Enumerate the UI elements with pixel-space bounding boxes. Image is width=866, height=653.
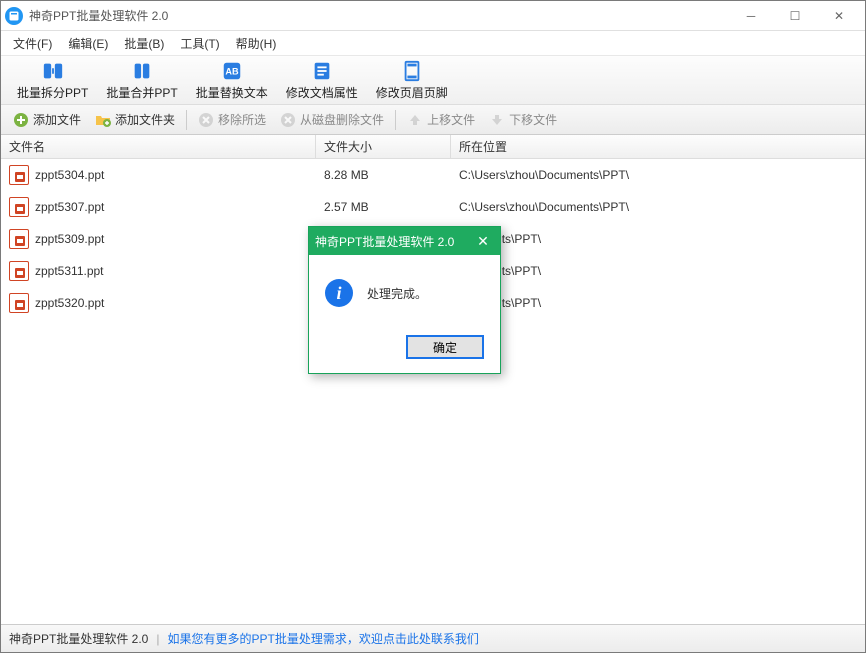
remove-disk-label: 从磁盘删除文件 [300, 111, 384, 128]
menu-help[interactable]: 帮助(H) [230, 33, 283, 54]
delete-icon [280, 112, 296, 128]
menubar: 文件(F) 编辑(E) 批量(B) 工具(T) 帮助(H) [1, 31, 865, 55]
cell-size: 8.28 MB [316, 168, 451, 182]
tool-split[interactable]: 批量拆分PPT [9, 57, 96, 103]
titlebar: 神奇PPT批量处理软件 2.0 ─ ☐ ✕ [1, 1, 865, 31]
svg-text:AB: AB [225, 66, 239, 76]
table-header: 文件名 文件大小 所在位置 [1, 135, 865, 159]
ok-button[interactable]: 确定 [406, 335, 484, 359]
dialog-close-button[interactable]: ✕ [472, 230, 494, 252]
tool-props[interactable]: 修改文档属性 [278, 57, 366, 103]
replace-icon: AB [221, 60, 243, 82]
file-name: zppt5320.ppt [35, 296, 104, 310]
props-icon [311, 60, 333, 82]
arrow-down-icon [489, 112, 505, 128]
file-toolbar: 添加文件 添加文件夹 移除所选 从磁盘删除文件 上移文件 下移文件 [1, 105, 865, 135]
move-up-button[interactable]: 上移文件 [401, 108, 481, 131]
file-name: zppt5311.ppt [35, 264, 104, 278]
main-toolbar: 批量拆分PPT 批量合并PPT AB 批量替换文本 修改文档属性 修改页眉页脚 [1, 55, 865, 105]
cell-location: ocuments\PPT\ [451, 296, 865, 310]
cell-location: C:\Users\zhou\Documents\PPT\ [451, 168, 865, 182]
separator [395, 110, 396, 130]
tool-props-label: 修改文档属性 [286, 84, 358, 101]
dialog-body: i 处理完成。 [309, 255, 500, 325]
merge-icon [131, 60, 153, 82]
table-row[interactable]: zppt5304.ppt 8.28 MBC:\Users\zhou\Documen… [1, 159, 865, 191]
separator [186, 110, 187, 130]
cell-name: zppt5309.ppt [1, 229, 316, 249]
dialog-title: 神奇PPT批量处理软件 2.0 [315, 233, 472, 250]
remove-selected-label: 移除所选 [218, 111, 266, 128]
headerfooter-icon [401, 60, 423, 82]
status-separator: | [156, 632, 159, 646]
tool-merge[interactable]: 批量合并PPT [98, 57, 185, 103]
cell-name: zppt5311.ppt [1, 261, 316, 281]
menu-file[interactable]: 文件(F) [7, 33, 58, 54]
maximize-button[interactable]: ☐ [773, 2, 817, 30]
split-icon [42, 60, 64, 82]
status-link[interactable]: 如果您有更多的PPT批量处理需求，欢迎点击此处联系我们 [167, 630, 478, 647]
close-button[interactable]: ✕ [817, 2, 861, 30]
cell-name: zppt5304.ppt [1, 165, 316, 185]
menu-batch[interactable]: 批量(B) [118, 33, 170, 54]
file-name: zppt5304.ppt [35, 168, 104, 182]
add-file-button[interactable]: 添加文件 [7, 108, 87, 131]
menu-edit[interactable]: 编辑(E) [62, 33, 114, 54]
remove-icon [198, 112, 214, 128]
status-app-name: 神奇PPT批量处理软件 2.0 [9, 630, 148, 647]
ppt-file-icon [9, 197, 29, 217]
add-file-icon [13, 112, 29, 128]
menu-tools[interactable]: 工具(T) [174, 33, 225, 54]
move-down-label: 下移文件 [509, 111, 557, 128]
add-folder-label: 添加文件夹 [115, 111, 175, 128]
dialog-footer: 确定 [309, 325, 500, 373]
add-folder-button[interactable]: 添加文件夹 [89, 108, 181, 131]
col-filename[interactable]: 文件名 [1, 135, 316, 158]
ppt-file-icon [9, 229, 29, 249]
file-name: zppt5307.ppt [35, 200, 104, 214]
tool-headerfooter[interactable]: 修改页眉页脚 [368, 57, 456, 103]
move-up-label: 上移文件 [427, 111, 475, 128]
tool-merge-label: 批量合并PPT [106, 84, 177, 101]
cell-name: zppt5320.ppt [1, 293, 316, 313]
cell-location: ocuments\PPT\ [451, 232, 865, 246]
file-name: zppt5309.ppt [35, 232, 104, 246]
remove-disk-button[interactable]: 从磁盘删除文件 [274, 108, 390, 131]
remove-selected-button[interactable]: 移除所选 [192, 108, 272, 131]
tool-replace[interactable]: AB 批量替换文本 [188, 57, 276, 103]
dialog: 神奇PPT批量处理软件 2.0 ✕ i 处理完成。 确定 [308, 226, 501, 374]
info-icon: i [325, 279, 353, 307]
move-down-button[interactable]: 下移文件 [483, 108, 563, 131]
cell-location: C:\Users\zhou\Documents\PPT\ [451, 200, 865, 214]
add-file-label: 添加文件 [33, 111, 81, 128]
arrow-up-icon [407, 112, 423, 128]
dialog-message: 处理完成。 [367, 285, 427, 302]
tool-headerfooter-label: 修改页眉页脚 [376, 84, 448, 101]
cell-name: zppt5307.ppt [1, 197, 316, 217]
app-icon [5, 7, 23, 25]
col-location[interactable]: 所在位置 [451, 135, 865, 158]
cell-location: ocuments\PPT\ [451, 264, 865, 278]
minimize-button[interactable]: ─ [729, 2, 773, 30]
table-row[interactable]: zppt5307.ppt 2.57 MBC:\Users\zhou\Documen… [1, 191, 865, 223]
dialog-titlebar: 神奇PPT批量处理软件 2.0 ✕ [309, 227, 500, 255]
statusbar: 神奇PPT批量处理软件 2.0 | 如果您有更多的PPT批量处理需求，欢迎点击此… [1, 624, 865, 652]
add-folder-icon [95, 112, 111, 128]
col-filesize[interactable]: 文件大小 [316, 135, 451, 158]
window-title: 神奇PPT批量处理软件 2.0 [29, 7, 729, 24]
tool-split-label: 批量拆分PPT [17, 84, 88, 101]
tool-replace-label: 批量替换文本 [196, 84, 268, 101]
ppt-file-icon [9, 293, 29, 313]
ppt-file-icon [9, 261, 29, 281]
cell-size: 2.57 MB [316, 200, 451, 214]
ppt-file-icon [9, 165, 29, 185]
